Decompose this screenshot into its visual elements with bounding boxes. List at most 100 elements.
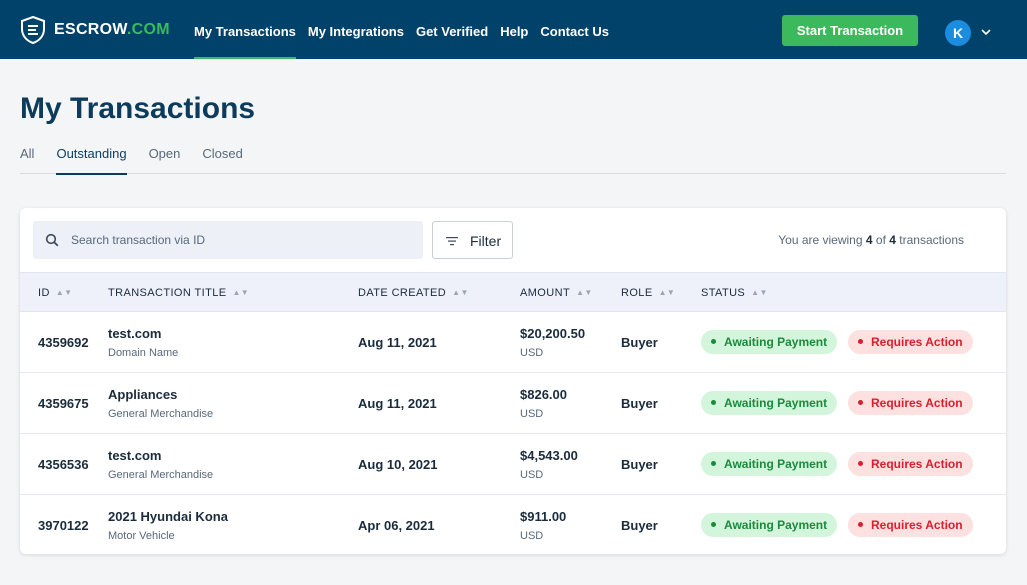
table-header: ID ▲▼ TRANSACTION TITLE ▲▼ DATE CREATED ▲▼ … (20, 272, 1006, 312)
transactions-card: Filter You are viewing 4 of 4 transactio… (20, 208, 1006, 554)
transaction-category: Domain Name (108, 347, 179, 359)
column-header-title[interactable]: TRANSACTION TITLE ▲▼ (108, 287, 249, 299)
shield-logo-icon (21, 16, 45, 44)
transaction-amount: $911.00 (520, 509, 567, 524)
transaction-title: Appliances (108, 387, 178, 402)
main-nav: My Transactions My Integrations Get Veri… (194, 0, 621, 59)
transaction-category: General Merchandise (108, 408, 214, 420)
nav-my-transactions[interactable]: My Transactions (194, 0, 296, 59)
column-header-status[interactable]: STATUS ▲▼ (701, 287, 768, 299)
transaction-amount: $826.00 (520, 387, 567, 402)
status-label: Requires Action (871, 396, 963, 410)
sort-icon: ▲▼ (55, 288, 73, 297)
transaction-role: Buyer (621, 396, 658, 411)
search-icon (45, 233, 59, 247)
user-avatar[interactable]: K (945, 20, 971, 46)
filter-label: Filter (470, 233, 502, 249)
escrow-logo[interactable]: ESCROW.COM (20, 16, 170, 44)
status-label: Awaiting Payment (724, 396, 828, 410)
status-badge-awaiting-payment: Awaiting Payment (701, 452, 838, 476)
nav-get-verified[interactable]: Get Verified (416, 0, 488, 59)
nav-contact-us[interactable]: Contact Us (540, 0, 609, 59)
tab-closed[interactable]: Closed (202, 146, 242, 174)
transaction-title: test.com (108, 448, 162, 463)
transaction-tabs: All Outstanding Open Closed (20, 146, 1006, 175)
nav-help[interactable]: Help (500, 0, 528, 59)
transaction-date: Apr 06, 2021 (358, 518, 435, 533)
status-badge-requires-action: Requires Action (848, 330, 973, 354)
transaction-role: Buyer (621, 457, 658, 472)
logo-name: ESCROW (54, 21, 127, 38)
viewing-total: 4 (889, 233, 896, 247)
search-box (33, 221, 423, 259)
status-label: Awaiting Payment (724, 518, 828, 532)
status-badge-awaiting-payment: Awaiting Payment (701, 330, 838, 354)
transaction-title: test.com (108, 326, 162, 341)
column-header-role[interactable]: ROLE ▲▼ (621, 287, 675, 299)
top-navbar: ESCROW.COM My Transactions My Integratio… (0, 0, 1027, 59)
viewing-suffix: transactions (899, 233, 964, 247)
viewing-prefix: You are viewing (778, 233, 863, 247)
logo-text: ESCROW.COM (54, 21, 170, 39)
status-badge-awaiting-payment: Awaiting Payment (701, 391, 838, 415)
column-header-amount[interactable]: AMOUNT ▲▼ (520, 287, 593, 299)
transaction-category: Motor Vehicle (108, 530, 175, 542)
search-input[interactable] (71, 221, 411, 259)
column-header-date[interactable]: DATE CREATED ▲▼ (358, 287, 469, 299)
transaction-date: Aug 10, 2021 (358, 457, 438, 472)
status-label: Requires Action (871, 335, 963, 349)
viewing-shown: 4 (865, 233, 873, 247)
transaction-title: 2021 Hyundai Kona (108, 509, 228, 524)
tab-open[interactable]: Open (149, 146, 181, 174)
transaction-role: Buyer (621, 335, 658, 350)
transaction-amount: $4,543.00 (520, 448, 578, 463)
transaction-id: 3970122 (38, 518, 89, 533)
transaction-currency: USD (520, 530, 544, 542)
sort-icon: ▲▼ (452, 288, 469, 297)
viewing-of: of (875, 233, 886, 247)
status-label: Requires Action (871, 457, 963, 471)
column-header-label: ROLE (621, 287, 653, 299)
chevron-down-icon[interactable] (980, 26, 992, 38)
filter-icon (446, 237, 458, 246)
transaction-date: Aug 11, 2021 (358, 335, 437, 350)
status-badge-requires-action: Requires Action (848, 513, 973, 537)
transaction-id: 4359692 (38, 335, 89, 350)
status-label: Awaiting Payment (724, 335, 828, 349)
table-row[interactable]: 4359692 test.com Domain Name Aug 11, 202… (20, 312, 1006, 373)
column-header-label: DATE CREATED (358, 287, 447, 299)
transaction-currency: USD (520, 408, 544, 420)
page-title: My Transactions (20, 92, 256, 125)
table-row[interactable]: 3970122 2021 Hyundai Kona Motor Vehicle … (20, 495, 1006, 554)
status-label: Awaiting Payment (724, 457, 828, 471)
start-transaction-button[interactable]: Start Transaction (782, 15, 918, 46)
column-header-label: AMOUNT (520, 287, 571, 299)
nav-my-integrations[interactable]: My Integrations (308, 0, 404, 59)
column-header-label: STATUS (701, 287, 746, 299)
transaction-currency: USD (520, 469, 544, 481)
sort-icon: ▲▼ (751, 288, 768, 297)
status-label: Requires Action (871, 518, 963, 532)
column-header-label: TRANSACTION TITLE (108, 287, 227, 299)
status-badge-requires-action: Requires Action (848, 391, 973, 415)
transaction-amount: $20,200.50 (520, 326, 586, 341)
transaction-id: 4356536 (38, 457, 89, 472)
sort-icon: ▲▼ (658, 288, 676, 297)
tab-outstanding[interactable]: Outstanding (56, 146, 127, 175)
viewing-count: You are viewing 4 of 4 transactions (778, 233, 964, 247)
status-badge-requires-action: Requires Action (848, 452, 973, 476)
filter-button[interactable]: Filter (432, 221, 513, 259)
sort-icon: ▲▼ (232, 288, 250, 297)
tab-all[interactable]: All (20, 146, 34, 174)
table-row[interactable]: 4359675 Appliances General Merchandise A… (20, 373, 1006, 434)
column-header-label: ID (38, 287, 50, 299)
table-row[interactable]: 4356536 test.com General Merchandise Aug… (20, 434, 1006, 495)
transaction-date: Aug 11, 2021 (358, 396, 437, 411)
status-badge-awaiting-payment: Awaiting Payment (701, 513, 838, 537)
transaction-role: Buyer (621, 518, 658, 533)
logo-suffix: .COM (126, 21, 170, 38)
transaction-category: General Merchandise (108, 469, 214, 481)
transaction-id: 4359675 (38, 396, 89, 411)
column-header-id[interactable]: ID ▲▼ (38, 287, 72, 299)
transaction-currency: USD (520, 347, 544, 359)
